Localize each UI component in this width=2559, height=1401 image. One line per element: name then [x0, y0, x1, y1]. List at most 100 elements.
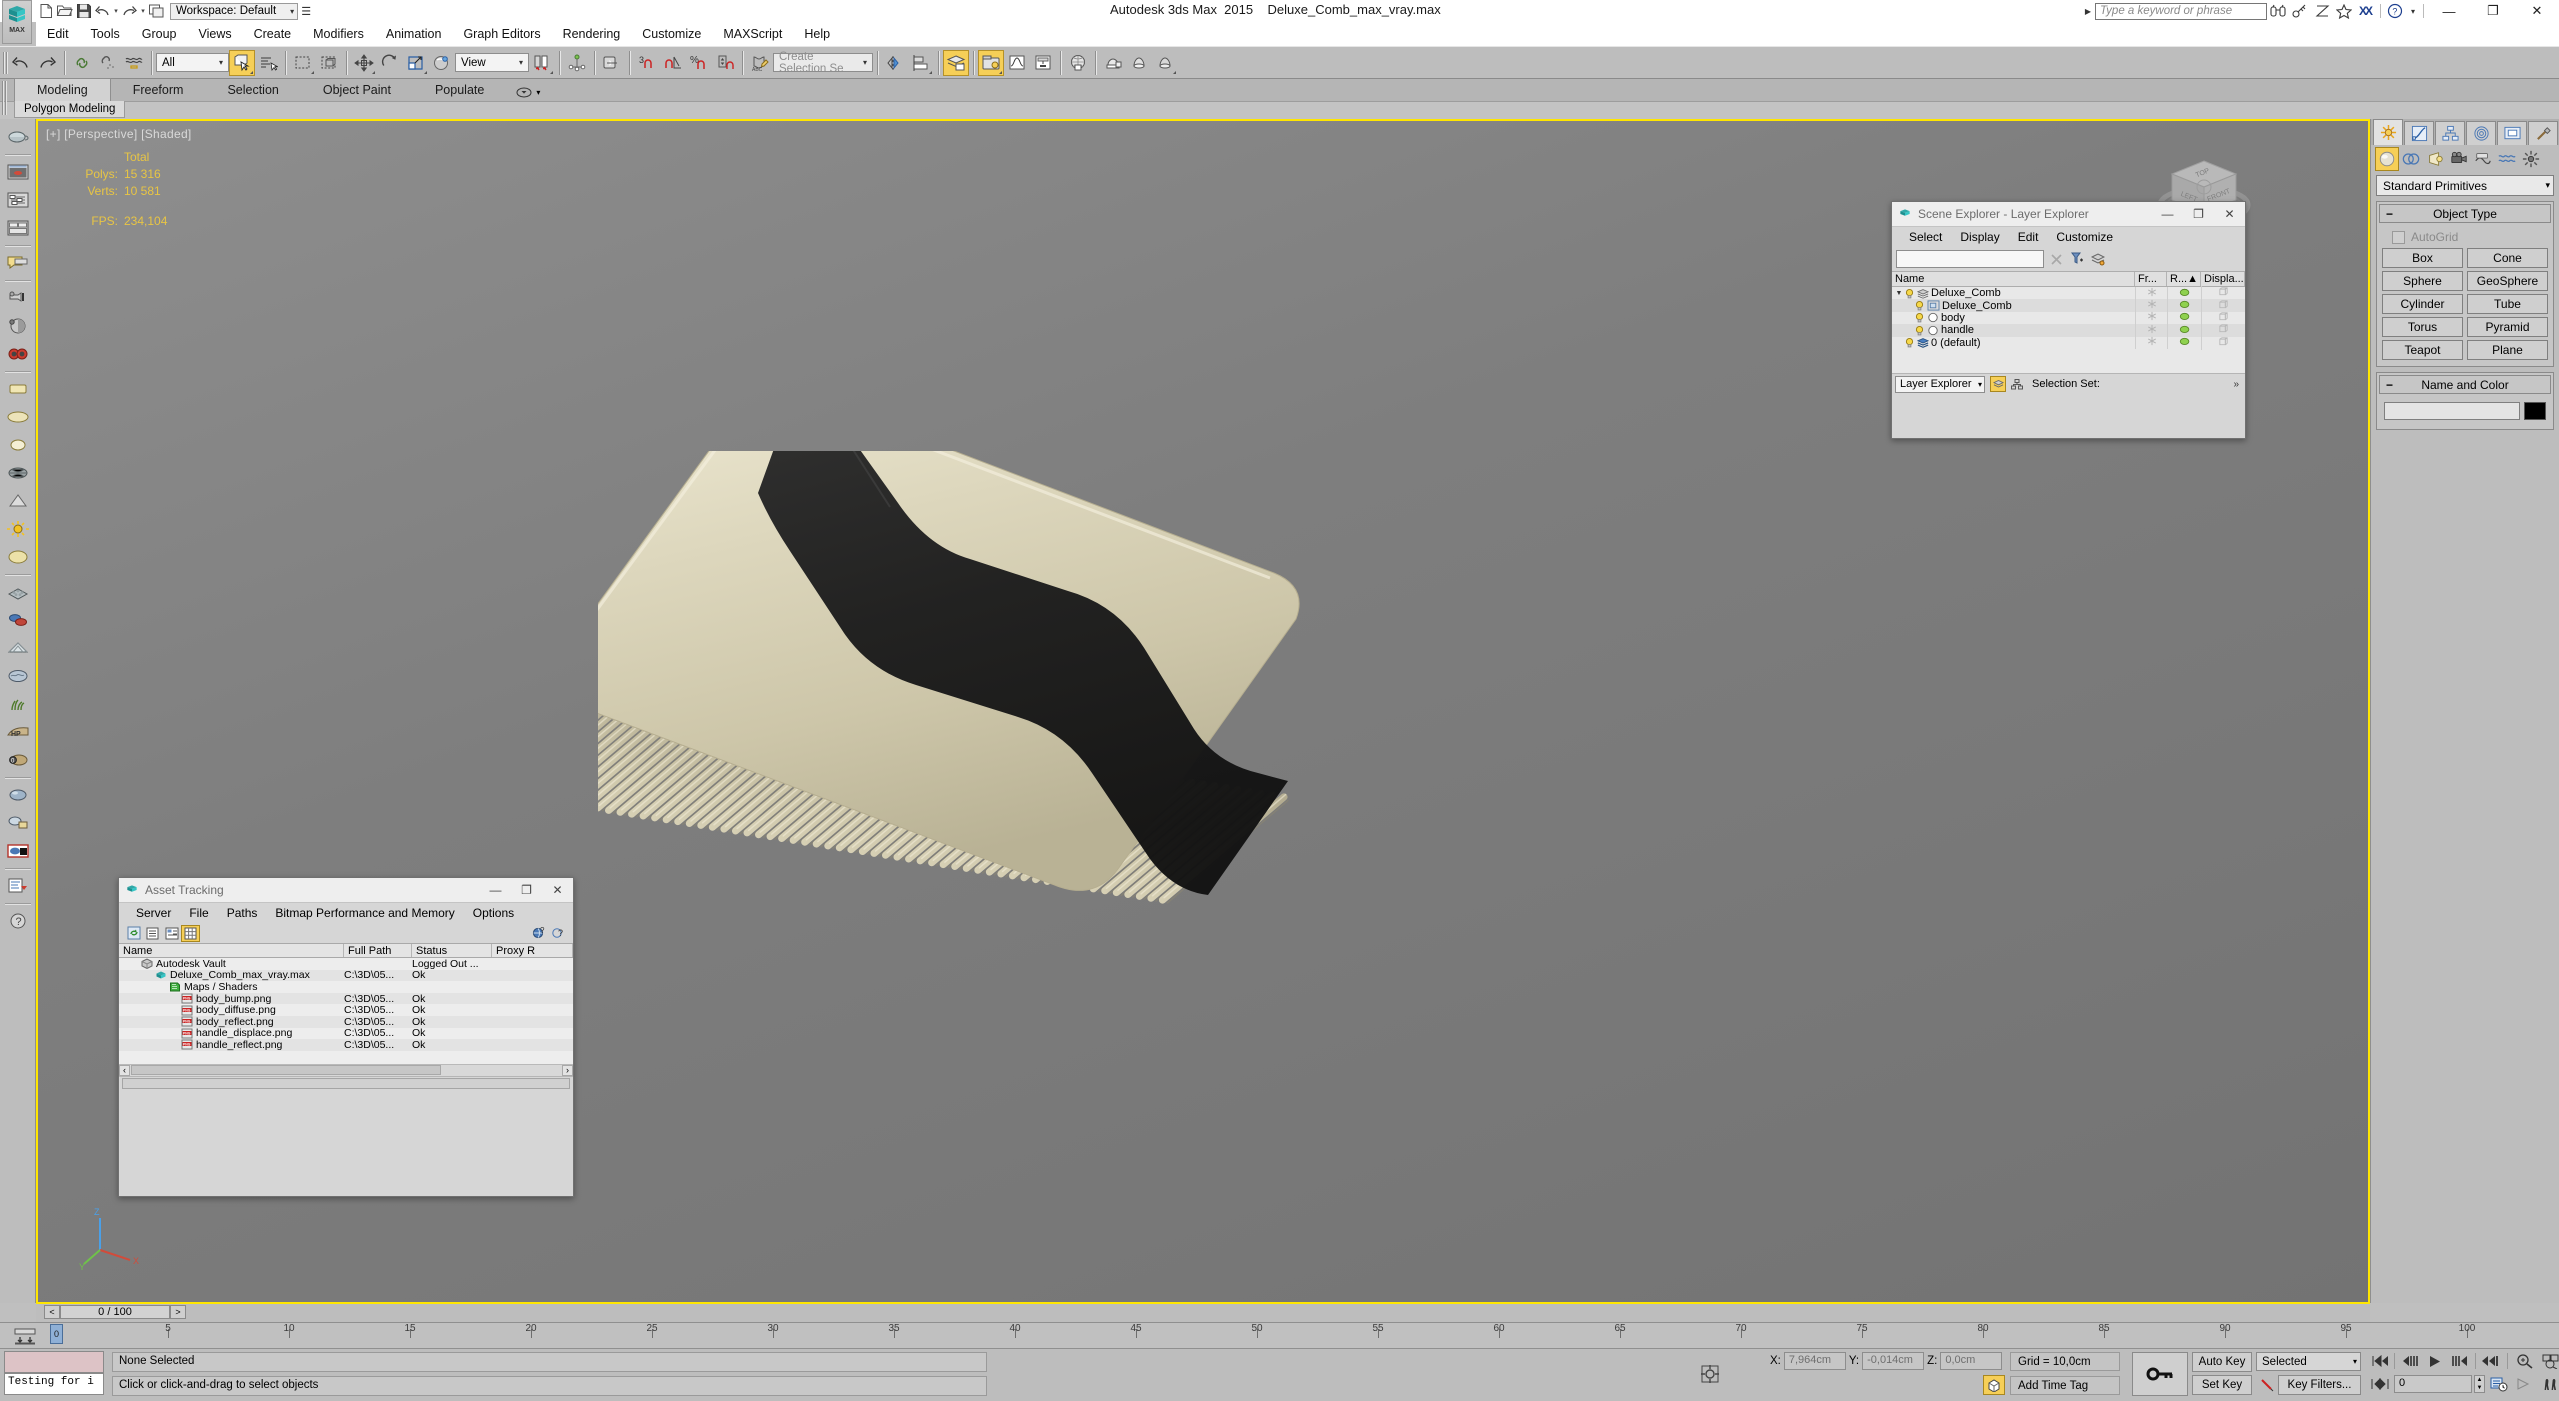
vray-fur-icon[interactable]: [3, 487, 33, 515]
asset-tracking-maximize[interactable]: ❐: [511, 878, 542, 903]
help-dropdown-icon[interactable]: ▾: [2406, 7, 2420, 16]
set-key-filters-icon[interactable]: [2258, 1375, 2276, 1395]
at-menu-file[interactable]: File: [180, 905, 217, 921]
mirror-icon[interactable]: [882, 50, 908, 76]
button-box[interactable]: Box: [2382, 248, 2463, 268]
ribbon-tab-modeling[interactable]: Modeling: [14, 78, 111, 101]
autogrid-checkbox[interactable]: [2392, 230, 2405, 244]
z-field[interactable]: 0,0cm: [1940, 1352, 2003, 1370]
redo-dropdown-icon[interactable]: ▾: [139, 7, 147, 15]
undo-icon[interactable]: [93, 2, 112, 21]
scene-explorer-maximize[interactable]: ❐: [2183, 202, 2214, 227]
workspace-menu-icon[interactable]: ☰: [298, 5, 314, 18]
horizontal-scrollbar[interactable]: ‹ ›: [119, 1063, 573, 1076]
at-col-proxy[interactable]: Proxy R: [492, 944, 573, 957]
se-menu-display[interactable]: Display: [1951, 229, 2008, 245]
clear-search-icon[interactable]: [2047, 250, 2065, 268]
schematic-view-icon[interactable]: [1030, 50, 1056, 76]
vray-object-properties-icon[interactable]: 0: [3, 746, 33, 774]
plane-light-icon[interactable]: [3, 375, 33, 403]
explorer-mode-combo[interactable]: Layer Explorer ▾: [1895, 375, 1985, 393]
snaps-toggle-icon[interactable]: [599, 50, 625, 76]
select-and-link-icon[interactable]: [69, 50, 95, 76]
key-filters-button[interactable]: Key Filters...: [2278, 1375, 2361, 1395]
vray-sphere-preview-icon[interactable]: [3, 781, 33, 809]
maxscript-input-pane[interactable]: Testing for i: [4, 1373, 104, 1395]
render-presets-icon[interactable]: [3, 214, 33, 242]
favorites-star-icon[interactable]: [2333, 0, 2355, 22]
table-row[interactable]: 0 (default): [1892, 335, 2245, 350]
undo-button[interactable]: [8, 50, 34, 76]
key-mode-nav-icon[interactable]: [2368, 1374, 2392, 1394]
table-row[interactable]: PNG handle_displace.png C:\3D\05... Ok: [119, 1027, 573, 1039]
minimize-button[interactable]: —: [2427, 0, 2471, 22]
ribbon-tab-freeform[interactable]: Freeform: [111, 79, 206, 101]
primitives-dropdown[interactable]: Standard Primitives ▾: [2376, 175, 2554, 196]
expand-triangle-icon[interactable]: ▼: [1894, 290, 1904, 297]
render-setup-panel-icon[interactable]: [3, 186, 33, 214]
object-type-header[interactable]: − Object Type: [2379, 204, 2551, 223]
redo-icon[interactable]: [120, 2, 139, 21]
menu-customize[interactable]: Customize: [631, 23, 712, 45]
tab-modify[interactable]: [2404, 121, 2434, 145]
overflow-chevrons[interactable]: »: [2233, 379, 2242, 390]
angle-snap-toggle-icon[interactable]: [660, 50, 686, 76]
new-file-icon[interactable]: [36, 2, 55, 21]
menu-modifiers[interactable]: Modifiers: [302, 23, 375, 45]
go-to-end-icon[interactable]: [2478, 1351, 2502, 1371]
button-pyramid[interactable]: Pyramid: [2467, 317, 2548, 337]
panorama-exporter-icon[interactable]: [3, 284, 33, 312]
se-col-render[interactable]: R...▲: [2167, 272, 2201, 286]
scroll-thumb[interactable]: [131, 1065, 441, 1076]
next-frame-icon[interactable]: [2449, 1351, 2473, 1371]
time-configuration-icon[interactable]: [2487, 1374, 2511, 1394]
select-and-scale-icon[interactable]: [403, 50, 429, 76]
scroll-left-button[interactable]: ‹: [119, 1064, 130, 1076]
next-frame-button[interactable]: >: [170, 1305, 186, 1319]
button-sphere[interactable]: Sphere: [2382, 271, 2463, 291]
tab-display[interactable]: [2497, 121, 2527, 145]
scene-explorer-minimize[interactable]: —: [2152, 202, 2183, 227]
workspace-selector[interactable]: Workspace: Default ▾: [170, 2, 299, 20]
exchange-app-icon[interactable]: XX: [2355, 0, 2377, 22]
table-row[interactable]: ▼ Deluxe_Comb: [1892, 286, 2245, 301]
ribbon-overflow-icon[interactable]: ▾: [506, 84, 550, 101]
table-row[interactable]: PNG body_bump.png C:\3D\05... Ok: [119, 993, 573, 1005]
zoom-viewport-icon[interactable]: [2513, 1351, 2537, 1371]
maxscript-output-pane[interactable]: [4, 1351, 104, 1373]
freeze-cell[interactable]: [2135, 336, 2167, 350]
menu-help[interactable]: Help: [793, 23, 841, 45]
at-col-status[interactable]: Status: [412, 944, 492, 957]
vray-plane-icon[interactable]: [3, 634, 33, 662]
open-file-icon[interactable]: [55, 2, 74, 21]
button-cylinder[interactable]: Cylinder: [2382, 294, 2463, 314]
current-frame-display[interactable]: 0 / 100: [60, 1305, 170, 1319]
percent-snap-toggle-icon[interactable]: %: [686, 50, 712, 76]
layer-mode-toggle[interactable]: [1990, 376, 2006, 393]
scroll-right-button[interactable]: ›: [562, 1064, 573, 1076]
table-row[interactable]: body: [1892, 310, 2245, 325]
select-and-rotate-icon[interactable]: [377, 50, 403, 76]
align-icon[interactable]: [908, 50, 934, 76]
menu-views[interactable]: Views: [187, 23, 242, 45]
button-torus[interactable]: Torus: [2382, 317, 2463, 337]
vray-frame-buffer-icon[interactable]: [3, 837, 33, 865]
previous-frame-button[interactable]: <: [44, 1305, 60, 1319]
sphere-light-icon[interactable]: [3, 431, 33, 459]
frame-spinner[interactable]: ▲ ▼: [2474, 1375, 2485, 1393]
previous-frame-icon[interactable]: [2397, 1351, 2421, 1371]
vray-grass-icon[interactable]: [3, 690, 33, 718]
pan-view-icon[interactable]: [2513, 1374, 2537, 1394]
layer-manage-icon[interactable]: [2089, 250, 2107, 268]
button-tube[interactable]: Tube: [2467, 294, 2548, 314]
freeze-cell[interactable]: [2135, 323, 2167, 337]
ribbon-tab-selection[interactable]: Selection: [205, 79, 300, 101]
track-bar[interactable]: 5 10 15 20 25 30 35 40 45 50 55 60 65 70…: [0, 1322, 2559, 1348]
scene-explorer-tree[interactable]: ▼ Deluxe_Comb Deluxe_Comb body handle 0 …: [1892, 286, 2245, 373]
at-menu-server[interactable]: Server: [127, 905, 180, 921]
selection-lock-toggle[interactable]: [1700, 1352, 1744, 1396]
tab-create[interactable]: [2373, 119, 2403, 145]
stereo-camera-icon[interactable]: [3, 340, 33, 368]
search-expand-icon[interactable]: ▶: [2081, 7, 2095, 16]
se-menu-customize[interactable]: Customize: [2047, 229, 2122, 245]
